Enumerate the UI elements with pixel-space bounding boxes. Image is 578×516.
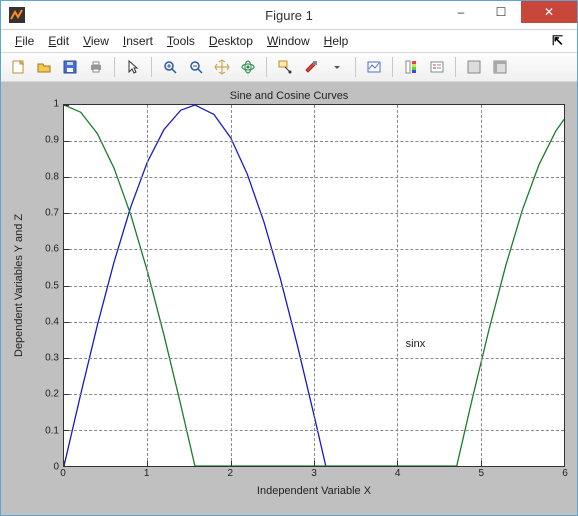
tickmark <box>564 461 565 466</box>
maximize-button[interactable]: ☐ <box>481 1 521 23</box>
tickmark <box>64 213 69 214</box>
tickmark <box>481 461 482 466</box>
tickmark <box>231 461 232 466</box>
tickmark <box>64 430 69 431</box>
insert-legend-icon[interactable] <box>426 56 448 78</box>
gridline-h <box>64 358 564 359</box>
y-tick-label: 0.1 <box>45 425 59 436</box>
tickmark <box>397 461 398 466</box>
menu-help[interactable]: Help <box>318 32 355 50</box>
gridline-h <box>64 213 564 214</box>
toolbar-separator <box>114 57 115 77</box>
dropdown-icon[interactable] <box>326 56 348 78</box>
x-axis-label: Independent Variable X <box>63 485 565 503</box>
titlebar[interactable]: Figure 1 – ☐ ✕ <box>1 1 577 30</box>
close-button[interactable]: ✕ <box>521 1 577 23</box>
annotation-text[interactable]: sinx <box>406 338 426 350</box>
y-tick-label: 1 <box>53 99 59 110</box>
x-tick-label: 0 <box>60 468 66 479</box>
matlab-icon <box>9 7 25 23</box>
y-tick-label: 0.9 <box>45 135 59 146</box>
menu-desktop[interactable]: Desktop <box>203 32 259 50</box>
menu-window[interactable]: Window <box>261 32 316 50</box>
window-controls: – ☐ ✕ <box>441 1 577 29</box>
gridline-h <box>64 430 564 431</box>
tickmark <box>314 461 315 466</box>
y-tick-label: 0.5 <box>45 280 59 291</box>
tickmark <box>64 358 69 359</box>
x-tick-label: 6 <box>562 468 568 479</box>
link-plot-icon[interactable] <box>363 56 385 78</box>
y-tick-label: 0 <box>53 462 59 473</box>
insert-colorbar-icon[interactable] <box>400 56 422 78</box>
tickmark <box>64 322 69 323</box>
print-icon[interactable] <box>85 56 107 78</box>
tickmark <box>64 177 69 178</box>
tickmark <box>64 105 69 106</box>
show-plot-tools-icon[interactable] <box>489 56 511 78</box>
new-figure-icon[interactable] <box>7 56 29 78</box>
hide-plot-tools-icon[interactable] <box>463 56 485 78</box>
toolbar <box>1 52 577 82</box>
toolbar-separator <box>266 57 267 77</box>
menu-view[interactable]: View <box>77 32 115 50</box>
gridline-h <box>64 286 564 287</box>
zoom-in-icon[interactable] <box>159 56 181 78</box>
toolbar-separator <box>392 57 393 77</box>
pan-icon[interactable] <box>211 56 233 78</box>
menubar: File Edit View Insert Tools Desktop Wind… <box>1 30 577 52</box>
y-axis-label: Dependent Variables Y and Z <box>13 104 35 467</box>
tickmark <box>64 394 69 395</box>
zoom-out-icon[interactable] <box>185 56 207 78</box>
data-cursor-icon[interactable] <box>274 56 296 78</box>
y-tick-label: 0.2 <box>45 389 59 400</box>
rotate-3d-icon[interactable] <box>237 56 259 78</box>
x-tick-label: 2 <box>228 468 234 479</box>
x-tick-label: 5 <box>479 468 485 479</box>
x-tick-label: 4 <box>395 468 401 479</box>
tickmark <box>64 286 69 287</box>
window-title: Figure 1 <box>265 8 313 23</box>
y-tick-label: 0.7 <box>45 207 59 218</box>
gridline-h <box>64 141 564 142</box>
pointer-icon[interactable] <box>122 56 144 78</box>
brush-icon[interactable] <box>300 56 322 78</box>
plot-title: Sine and Cosine Curves <box>13 90 565 102</box>
axes[interactable]: sinx <box>63 104 565 467</box>
y-tick-label: 0.4 <box>45 316 59 327</box>
x-axis-ticks: 0 1 2 3 4 5 6 <box>63 467 565 485</box>
menu-insert[interactable]: Insert <box>117 32 159 50</box>
y-tick-label: 0.3 <box>45 353 59 364</box>
gridline-h <box>64 249 564 250</box>
x-tick-label: 1 <box>144 468 150 479</box>
plot-grid: Dependent Variables Y and Z 0 0.1 0.2 0.3 0.… <box>13 104 565 503</box>
minimize-button[interactable]: – <box>441 1 481 23</box>
save-icon[interactable] <box>59 56 81 78</box>
docking-arrow-icon[interactable]: ⇱ <box>552 33 569 49</box>
gridline-h <box>64 322 564 323</box>
toolbar-separator <box>151 57 152 77</box>
tickmark <box>64 141 69 142</box>
figure-area: Sine and Cosine Curves Dependent Variabl… <box>1 82 577 515</box>
menu-tools[interactable]: Tools <box>161 32 201 50</box>
gridline-h <box>64 394 564 395</box>
y-axis-ticks: 00.10.20.30.40.50.60.70.80.91 <box>35 104 63 467</box>
open-icon[interactable] <box>33 56 55 78</box>
menu-edit[interactable]: Edit <box>42 32 75 50</box>
y-tick-label: 0.8 <box>45 171 59 182</box>
toolbar-separator <box>355 57 356 77</box>
gridline-h <box>64 177 564 178</box>
x-tick-label: 3 <box>311 468 317 479</box>
tickmark <box>64 249 69 250</box>
menu-file[interactable]: File <box>9 32 40 50</box>
toolbar-separator <box>455 57 456 77</box>
tickmark <box>147 461 148 466</box>
figure-window: Figure 1 – ☐ ✕ File Edit View Insert Too… <box>0 0 578 516</box>
y-tick-label: 0.6 <box>45 244 59 255</box>
